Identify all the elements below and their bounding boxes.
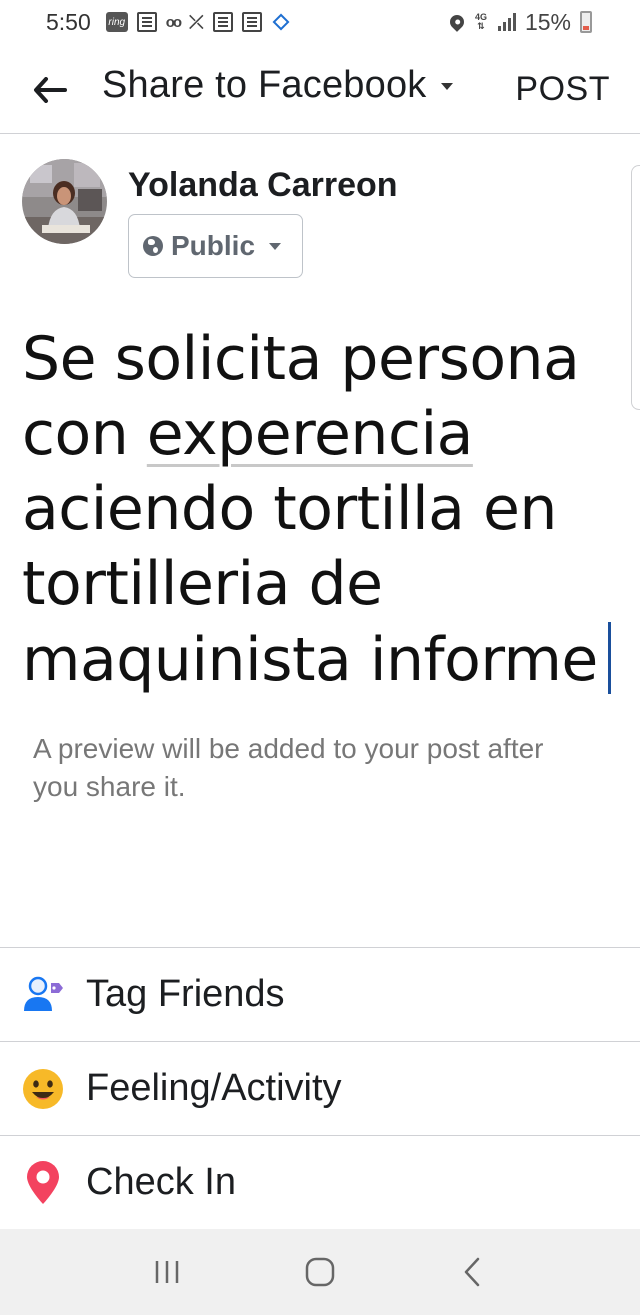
privacy-selector-button[interactable]: Public: [128, 214, 303, 278]
avatar-photo: [22, 159, 107, 244]
post-button[interactable]: POST: [515, 70, 610, 109]
home-button[interactable]: [290, 1242, 350, 1302]
post-text-line: tortilleria de: [22, 549, 383, 619]
home-icon: [305, 1257, 335, 1287]
news-icon: [136, 12, 157, 32]
post-text-line: aciendo tortilla en: [22, 474, 557, 544]
recent-apps-button[interactable]: [137, 1242, 197, 1302]
recent-apps-icon: [155, 1261, 178, 1283]
back-arrow-icon: [34, 77, 67, 103]
spellcheck-word[interactable]: experencia: [147, 399, 474, 469]
status-time: 5:50: [46, 8, 91, 35]
chevron-left-icon: [465, 1257, 480, 1287]
tag-friends-icon: [20, 972, 66, 1018]
globe-icon: [143, 236, 163, 256]
privacy-label: Public: [171, 230, 256, 261]
text-cursor: [607, 622, 611, 694]
page-title: Share to Facebook: [102, 64, 427, 106]
post-text-input[interactable]: Se solicita persona con experencia acien…: [22, 322, 622, 698]
ring-icon: ring: [105, 12, 128, 32]
missed-call-icon: ⤫: [189, 11, 204, 32]
user-name: Yolanda Carreon: [128, 166, 398, 204]
scroll-indicator: [631, 165, 640, 410]
post-text-segment: con: [22, 399, 147, 469]
check-in-item[interactable]: Check In: [0, 1135, 640, 1229]
battery-icon: [580, 11, 592, 33]
location-pin-icon: [20, 1160, 66, 1206]
back-button[interactable]: [28, 72, 72, 108]
post-text-line: con experencia: [22, 397, 622, 472]
share-destination-selector[interactable]: Share to Facebook: [102, 64, 453, 107]
post-text-line: maquinista informe: [22, 622, 622, 698]
composer-actions-list: Tag Friends Feeling/Activity Check In: [0, 947, 640, 1229]
app-header: Share to Facebook POST: [0, 44, 640, 134]
lte-icon: 4G ⇅: [474, 12, 487, 31]
diamond-icon: [272, 13, 289, 31]
tmobile-icon: [241, 12, 262, 32]
post-text-line: Se solicita persona: [22, 324, 580, 394]
avatar: [22, 159, 107, 244]
action-label: Tag Friends: [86, 973, 285, 1015]
action-label: Feeling/Activity: [86, 1067, 342, 1109]
action-label: Check In: [86, 1161, 236, 1203]
system-back-button[interactable]: [443, 1242, 503, 1302]
chevron-down-icon: [269, 242, 282, 250]
news-icon: [212, 12, 233, 32]
link-preview-note: A preview will be added to your post aft…: [33, 733, 544, 802]
smiley-icon: [20, 1066, 66, 1112]
status-bar: 5:50 ring oo ⤫ 4G ⇅ 15%: [0, 0, 640, 44]
status-left: 5:50 ring oo ⤫: [46, 8, 289, 36]
tag-friends-item[interactable]: Tag Friends: [0, 947, 640, 1041]
voicemail-icon: oo: [165, 13, 182, 31]
signal-icon: [497, 13, 516, 31]
battery-percent: 15%: [524, 8, 571, 35]
chevron-down-icon: [440, 83, 453, 90]
feeling-activity-item[interactable]: Feeling/Activity: [0, 1041, 640, 1135]
system-nav-bar: [0, 1229, 640, 1315]
post-text-segment: maquinista informe: [22, 625, 598, 695]
status-right: 4G ⇅ 15%: [447, 8, 592, 36]
location-icon: [447, 12, 467, 32]
